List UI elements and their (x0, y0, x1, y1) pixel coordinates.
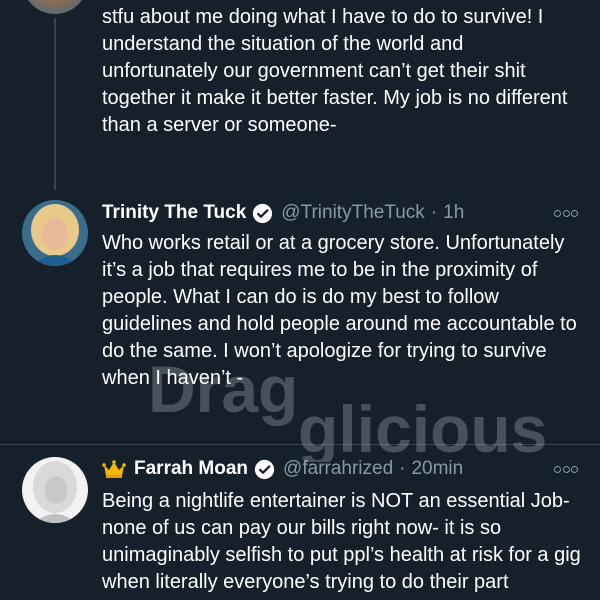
tweet-text: Who works retail or at a grocery store. … (102, 232, 577, 389)
avatar[interactable] (22, 200, 88, 266)
tweet-header: Farrah Moan @farrahrized · 20min (102, 456, 463, 482)
more-dot (562, 209, 570, 217)
verified-badge-icon (254, 459, 275, 479)
user-handle[interactable]: @TrinityTheTuck (281, 202, 425, 224)
more-options-icon[interactable] (554, 207, 578, 219)
thread-line (54, 18, 56, 190)
more-dot (562, 465, 570, 473)
more-dot (554, 465, 561, 473)
avatar-image (22, 200, 88, 266)
avatar[interactable] (22, 457, 88, 523)
verified-badge-icon (253, 203, 273, 223)
tweet-feed: stfu about me doing what I have to do to… (0, 0, 600, 600)
separator-dot: · (430, 202, 438, 223)
separator-dot: · (399, 458, 406, 479)
more-dot (571, 465, 578, 473)
timestamp[interactable]: 1h (443, 202, 464, 224)
watermark-line2: glicious (298, 392, 547, 462)
more-dot (571, 209, 578, 217)
user-handle[interactable]: @farrahrized (283, 458, 393, 480)
tweet-text: Being a nightlife entertainer is NOT an … (102, 490, 581, 593)
more-options-icon[interactable] (554, 463, 578, 475)
display-name[interactable]: Trinity The Tuck (102, 202, 246, 224)
crown-icon (102, 460, 126, 478)
display-name[interactable]: Farrah Moan (134, 458, 248, 480)
more-dot (554, 209, 561, 217)
timestamp[interactable]: 20min (411, 458, 463, 480)
tweet-text: stfu about me doing what I have to do to… (102, 6, 568, 136)
divider (0, 444, 600, 445)
avatar-image (22, 457, 88, 523)
avatar[interactable] (22, 0, 88, 14)
tweet-header: Trinity The Tuck @TrinityTheTuck · 1h (102, 200, 464, 226)
